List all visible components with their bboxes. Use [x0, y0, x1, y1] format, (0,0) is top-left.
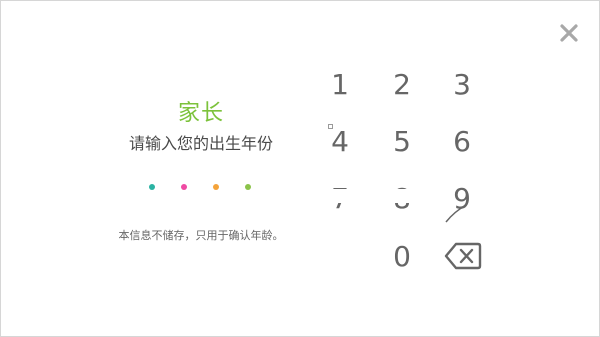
privacy-note: 本信息不储存，只用于确认年龄。 — [118, 229, 284, 242]
key-0[interactable]: 0 — [374, 237, 430, 277]
backspace-button[interactable] — [444, 239, 482, 273]
clip-band — [301, 189, 431, 203]
birth-year-prompt: 请输入您的出生年份 — [128, 134, 273, 153]
key-4[interactable]: 4 — [312, 122, 368, 162]
age-gate-dialog: 家长 请输入您的出生年份 本信息不储存，只用于确认年龄。 1 2 3 4 5 6… — [0, 0, 600, 337]
pin-dot — [181, 184, 187, 190]
pin-dot — [149, 184, 155, 190]
parent-title: 家长 — [177, 101, 224, 126]
key-2[interactable]: 2 — [374, 65, 430, 105]
key-5[interactable]: 5 — [374, 122, 430, 162]
pin-dot — [245, 184, 251, 190]
key-3[interactable]: 3 — [434, 65, 490, 105]
close-button[interactable] — [557, 21, 581, 45]
close-icon — [560, 24, 578, 42]
pin-dot — [213, 184, 219, 190]
backspace-icon — [444, 242, 482, 270]
stroke-artifact — [441, 196, 481, 226]
pin-dots — [141, 184, 261, 194]
key-1[interactable]: 1 — [312, 65, 368, 105]
key-6[interactable]: 6 — [434, 122, 490, 162]
